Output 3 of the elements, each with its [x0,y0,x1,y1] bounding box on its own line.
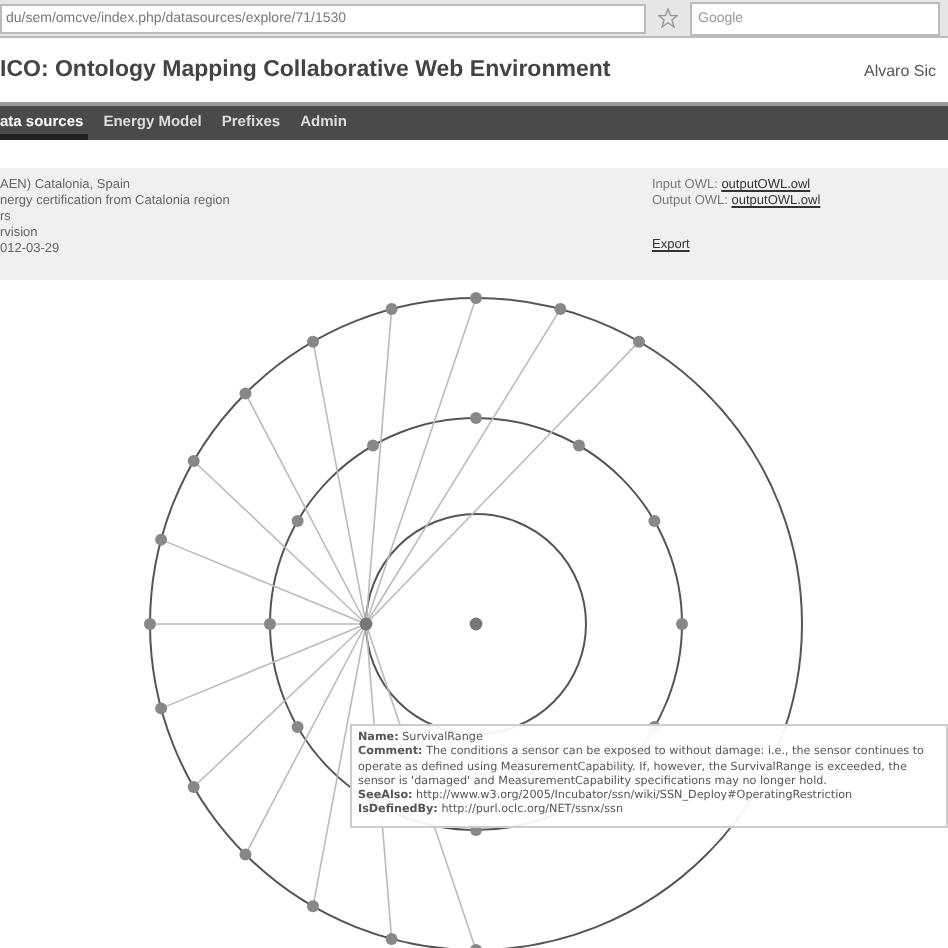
user-name: Alvaro Sic [863,61,936,79]
page-title: ICO: Ontology Mapping Collaborative Web Environment [0,58,611,82]
star-icon[interactable] [658,8,678,28]
